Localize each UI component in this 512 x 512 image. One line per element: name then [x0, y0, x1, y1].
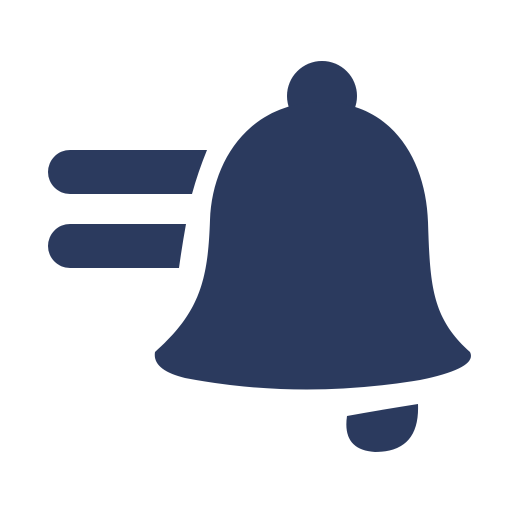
motion-line-top: [48, 150, 207, 194]
motion-line-bottom: [48, 224, 186, 268]
icon-canvas: [0, 0, 512, 512]
notification-bell-icon: [48, 61, 471, 452]
bell-clapper: [346, 404, 419, 452]
bell-body: [154, 102, 471, 390]
